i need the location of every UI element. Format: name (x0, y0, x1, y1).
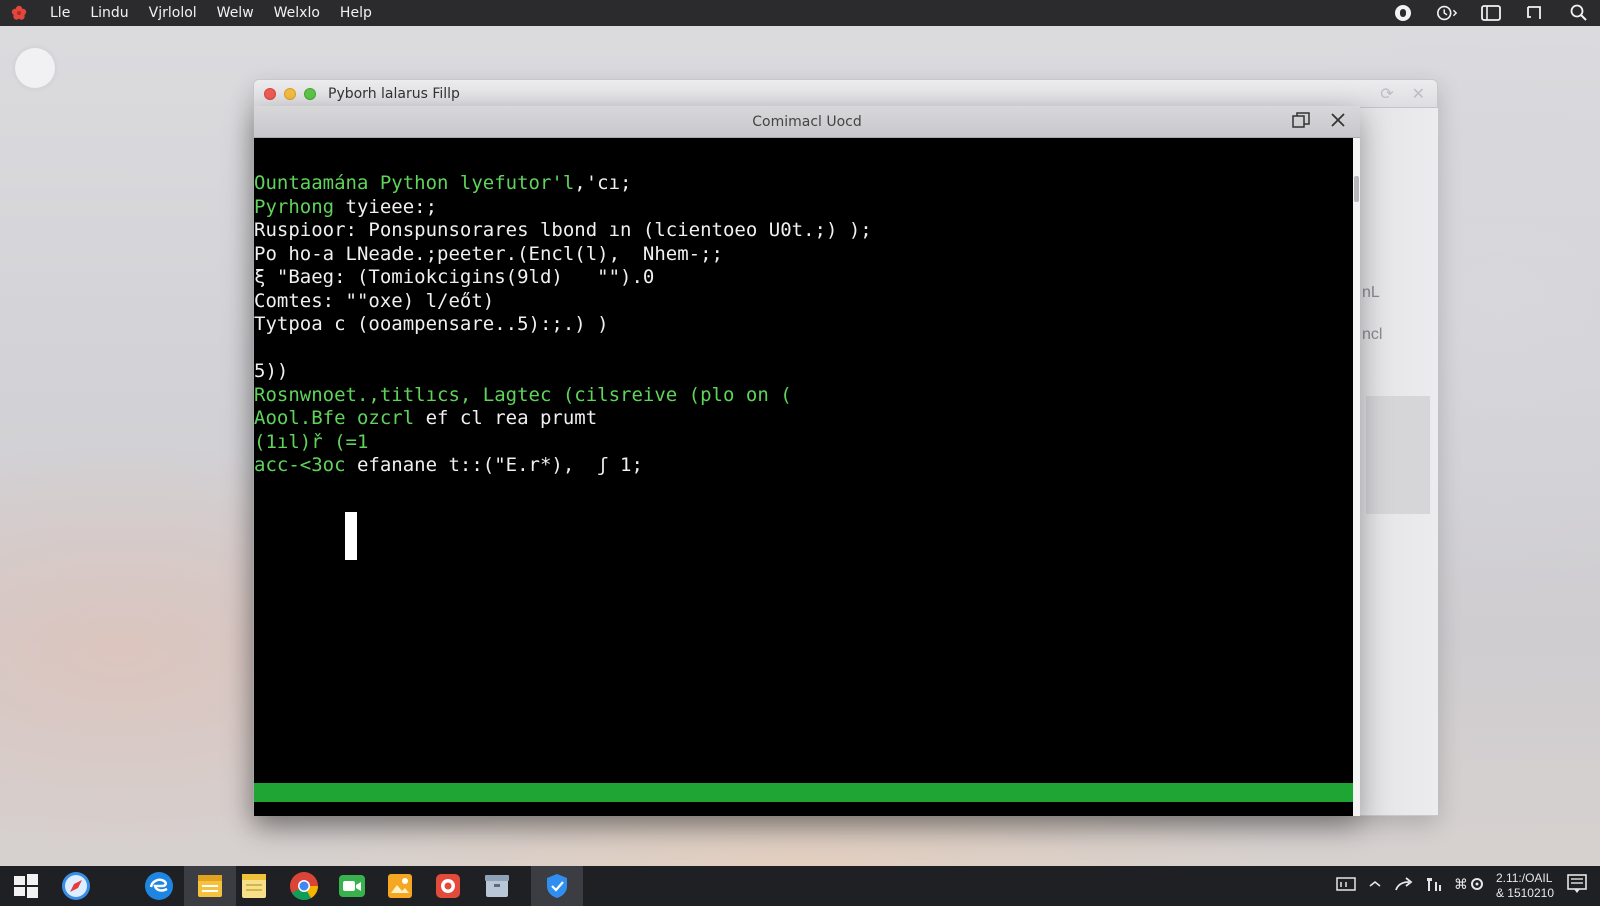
terminal-text: Aool.Bfe ozcrl (254, 407, 415, 429)
window-title: Pyborh lalarus Fillp (328, 85, 460, 102)
system-tray: ⌘ 2.11:/OAIL & 1510210 (1336, 866, 1588, 906)
progress-fill (254, 783, 1353, 802)
menu-item-3[interactable]: Vjrlolol (139, 5, 207, 21)
menu-item-2[interactable]: Lindu (80, 5, 138, 21)
history-icon[interactable] (1436, 4, 1458, 22)
safari-icon[interactable] (60, 870, 92, 902)
zoom-button[interactable] (304, 87, 316, 100)
tablet-icon[interactable] (1480, 4, 1502, 22)
terminal-line: Ruspioor: Ponspunsorares lbond ın (lcien… (254, 219, 1353, 243)
terminal-line: acc-<3oc efanane t::("E.r*), ʃ 1; (254, 454, 1353, 478)
terminal-text: Tytpoa c (ooampensare..5):;.) ) (254, 313, 609, 335)
progress-bar (254, 783, 1353, 802)
terminal-line: 5)) (254, 360, 1353, 384)
notes-icon[interactable] (238, 870, 270, 902)
terminal-text: Po ho-a LNeade.;peeter.(Encl(l), Nhem-;; (254, 242, 723, 265)
scrollbar-thumb[interactable] (1354, 176, 1359, 202)
terminal-line: Po ho-a LNeade.;peeter.(Encl(l), Nhem-;; (254, 243, 1353, 267)
terminal-text: acc-<3oc (254, 454, 346, 476)
command-window-title: Comimacl Uocd (752, 113, 862, 130)
clock-date: & 1510210 (1495, 886, 1554, 900)
terminal-output[interactable]: Ountaamána Python lyefutor'l,'cı; Pyrhong… (254, 138, 1353, 816)
window-controls (264, 87, 316, 100)
terminal-text: Ruspioor: Ponspunsorares lbond ın (lcien… (254, 219, 872, 241)
titlebar-actions: ⟳ ✕ (1380, 84, 1425, 103)
terminal-text: ξ "Baeg: (Tomiokcigins(9ld) "").0 (254, 266, 655, 288)
archive-icon[interactable] (481, 870, 513, 902)
files-icon[interactable] (184, 866, 236, 906)
terminal-text: efanane t::("E.r*), ʃ 1; (345, 454, 643, 476)
shield-icon[interactable] (531, 866, 583, 906)
network-icon[interactable] (1426, 876, 1442, 896)
store-icon[interactable] (432, 870, 464, 902)
close-icon[interactable]: ✕ (1412, 84, 1425, 103)
terminal-line: Rosnwnoet.,titlıcs, Lagtec (cilsreive (p… (254, 384, 1353, 408)
minimize-button[interactable] (284, 87, 296, 100)
terminal-line: Pyrhong tyieee:; (254, 196, 1353, 220)
chevron-up-icon[interactable] (1368, 877, 1382, 895)
terminal-text: Ountaamána Python lyefutor'l (254, 172, 575, 194)
terminal-text: 5)) (254, 360, 289, 382)
menu-bar: Lle Lindu Vjrlolol Welw Welxlo Help (0, 0, 1600, 26)
terminal-text: Rosnwnoet.,titlıcs, Lagtec (cilsreive (p… (254, 383, 792, 406)
terminal-text: ef cl rea prumt (414, 407, 598, 429)
chrome-icon[interactable] (288, 870, 320, 902)
close-button[interactable] (264, 87, 276, 100)
desktop-widget[interactable] (15, 48, 55, 88)
share-icon[interactable] (1394, 876, 1414, 896)
facetime-icon[interactable] (336, 870, 368, 902)
status-icons (1392, 0, 1590, 26)
text-cursor (345, 512, 357, 560)
terminal-text: ,'cı; (574, 172, 632, 194)
terminal-text: (1ıl)ř (=1 (254, 430, 369, 453)
command-window-titlebar[interactable]: Comimacl Uocd (254, 106, 1360, 138)
terminal-line: Comtes: ""oxe) l/eőt) (254, 290, 1353, 314)
app-flower-icon[interactable] (8, 2, 30, 24)
terminal-lines: Ountaamána Python lyefutor'l,'cı; Pyrhong… (254, 172, 1353, 478)
terminal-line: ξ "Baeg: (Tomiokcigins(9ld) "").0 (254, 266, 1353, 290)
terminal-line: Ountaamána Python lyefutor'l,'cı; (254, 172, 1353, 196)
search-icon[interactable] (1568, 4, 1590, 22)
scrollbar[interactable] (1353, 138, 1360, 816)
terminal-text: Comtes: ""oxe) l/eőt) (254, 289, 495, 312)
taskbar: ⌘ 2.11:/OAIL & 1510210 (0, 866, 1600, 906)
menu-item-file[interactable]: Lle (40, 5, 80, 21)
refresh-icon[interactable]: ⟳ (1380, 84, 1393, 103)
command-window-controls (1292, 112, 1346, 133)
notification-icon[interactable] (1566, 873, 1588, 899)
terminal-text: Pyrhong (254, 195, 335, 218)
keyboard-icon[interactable] (1336, 876, 1356, 896)
edge-icon[interactable] (143, 870, 175, 902)
command-window: Comimacl Uocd Ountaamána Python lyefutor… (254, 106, 1360, 816)
terminal-line: (1ıl)ř (=1 (254, 431, 1353, 455)
start-icon[interactable] (10, 870, 42, 902)
terminal-line: Tytpoa c (ooampensare..5):;.) ) (254, 313, 1353, 337)
crop-icon[interactable] (1524, 4, 1546, 22)
side-label: ncl (1362, 326, 1383, 343)
close-icon[interactable] (1330, 112, 1346, 133)
record-icon[interactable] (1392, 4, 1414, 22)
side-label: nL (1362, 284, 1380, 301)
side-card[interactable] (1366, 396, 1430, 514)
photos-icon[interactable] (384, 870, 416, 902)
svg-text:⌘: ⌘ (1454, 877, 1468, 892)
restore-icon[interactable] (1292, 112, 1310, 133)
python-window-titlebar[interactable]: Pyborh lalarus Fillp ⟳ ✕ (254, 80, 1437, 108)
settings-icon[interactable]: ⌘ (1454, 876, 1484, 896)
menu-item-help[interactable]: Help (330, 5, 382, 21)
menu-item-5[interactable]: Welxlo (264, 5, 330, 21)
menu-item-view[interactable]: Welw (207, 5, 264, 21)
clock-time: 2.11:/OAIL (1495, 871, 1553, 885)
terminal-line: Aool.Bfe ozcrl ef cl rea prumt (254, 407, 1353, 431)
clock[interactable]: 2.11:/OAIL & 1510210 (1496, 871, 1554, 901)
terminal-text: tyieee:; (334, 195, 438, 218)
